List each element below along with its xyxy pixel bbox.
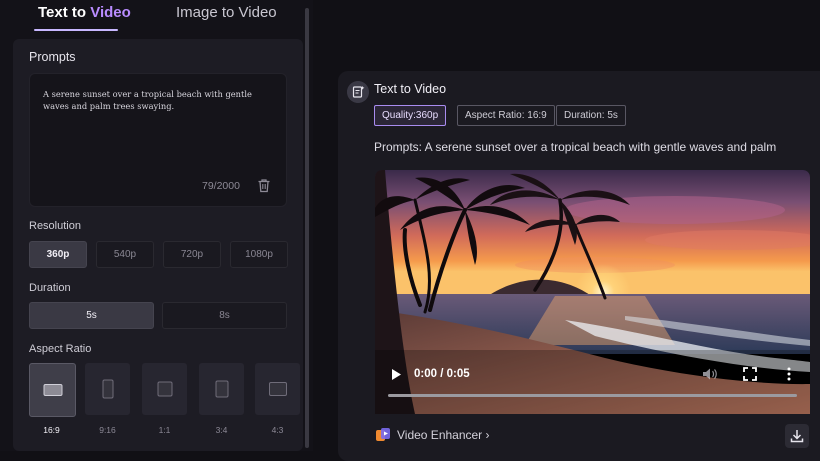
mode-tabs: Text to Video Image to Video [0,0,313,34]
trash-icon[interactable] [257,178,271,193]
duration-label: Duration [29,282,71,294]
prompt-text[interactable]: A serene sunset over a tropical beach wi… [43,88,273,112]
panel-scrollbar[interactable] [305,8,309,448]
aspect-16-9-caption: 16:9 [43,425,60,435]
aspect-9-16-shape [102,379,113,399]
video-enhancer-icon [376,428,390,441]
aspect-4-3-caption: 4:3 [271,425,284,435]
aspect-4-3-shape [268,382,287,396]
aspect-3-4-button[interactable] [199,363,244,415]
generation-form: Prompts A serene sunset over a tropical … [13,39,303,451]
prompt-char-count: 79/2000 [202,180,240,192]
video-player[interactable]: 0:00 / 0:05 [375,170,810,414]
resolution-720p-button[interactable]: 720p [163,241,221,268]
more-vertical-icon[interactable] [786,367,792,381]
aspect-9-16-caption: 9:16 [99,425,116,435]
aspect-4-3-button[interactable] [255,363,300,415]
active-tab-indicator [34,29,118,31]
download-button[interactable] [785,424,809,448]
prompt-textarea[interactable]: A serene sunset over a tropical beach wi… [29,73,287,207]
aspect-3-4-shape [215,380,228,398]
result-card: Text to Video Quality:360p Aspect Ratio:… [338,71,820,461]
aspect-1-1-shape [157,381,172,397]
tab-text-to-video-label: Text to [38,4,91,21]
aspect-1-1-button[interactable] [142,363,187,415]
resolution-label: Resolution [29,220,81,232]
tab-text-to-video[interactable]: Text to Video [38,4,131,21]
resolution-360p-button[interactable]: 360p [29,241,87,268]
tab-text-to-video-accent: Video [90,4,131,21]
settings-panel: Text to Video Image to Video Prompts A s… [0,0,313,451]
volume-icon[interactable] [702,367,718,381]
video-enhancer-label: Video Enhancer › [397,428,490,442]
aspect-16-9-button[interactable] [29,363,76,417]
quality-tag: Quality:360p [374,105,447,126]
download-icon [790,430,804,443]
aspect-ratio-tag: Aspect Ratio: 16:9 [457,105,555,126]
aspect-16-9-shape [43,384,62,396]
video-progress-bar[interactable] [388,394,797,397]
tab-image-to-video[interactable]: Image to Video [176,4,277,21]
play-icon[interactable] [391,368,402,381]
duration-8s-button[interactable]: 8s [162,302,287,329]
aspect-3-4-caption: 3:4 [215,425,228,435]
resolution-1080p-button[interactable]: 1080p [230,241,288,268]
result-title: Text to Video [374,82,447,96]
document-sparkle-icon [347,81,369,103]
video-time: 0:00 / 0:05 [414,368,470,380]
aspect-1-1-caption: 1:1 [158,425,171,435]
resolution-540p-button[interactable]: 540p [96,241,154,268]
result-prompt: Prompts: A serene sunset over a tropical… [374,140,777,154]
duration-5s-button[interactable]: 5s [29,302,154,329]
aspect-9-16-button[interactable] [85,363,130,415]
aspect-ratio-label: Aspect Ratio [29,343,92,355]
prompts-label: Prompts [29,50,76,64]
fullscreen-icon[interactable] [743,367,757,381]
duration-tag: Duration: 5s [556,105,626,126]
